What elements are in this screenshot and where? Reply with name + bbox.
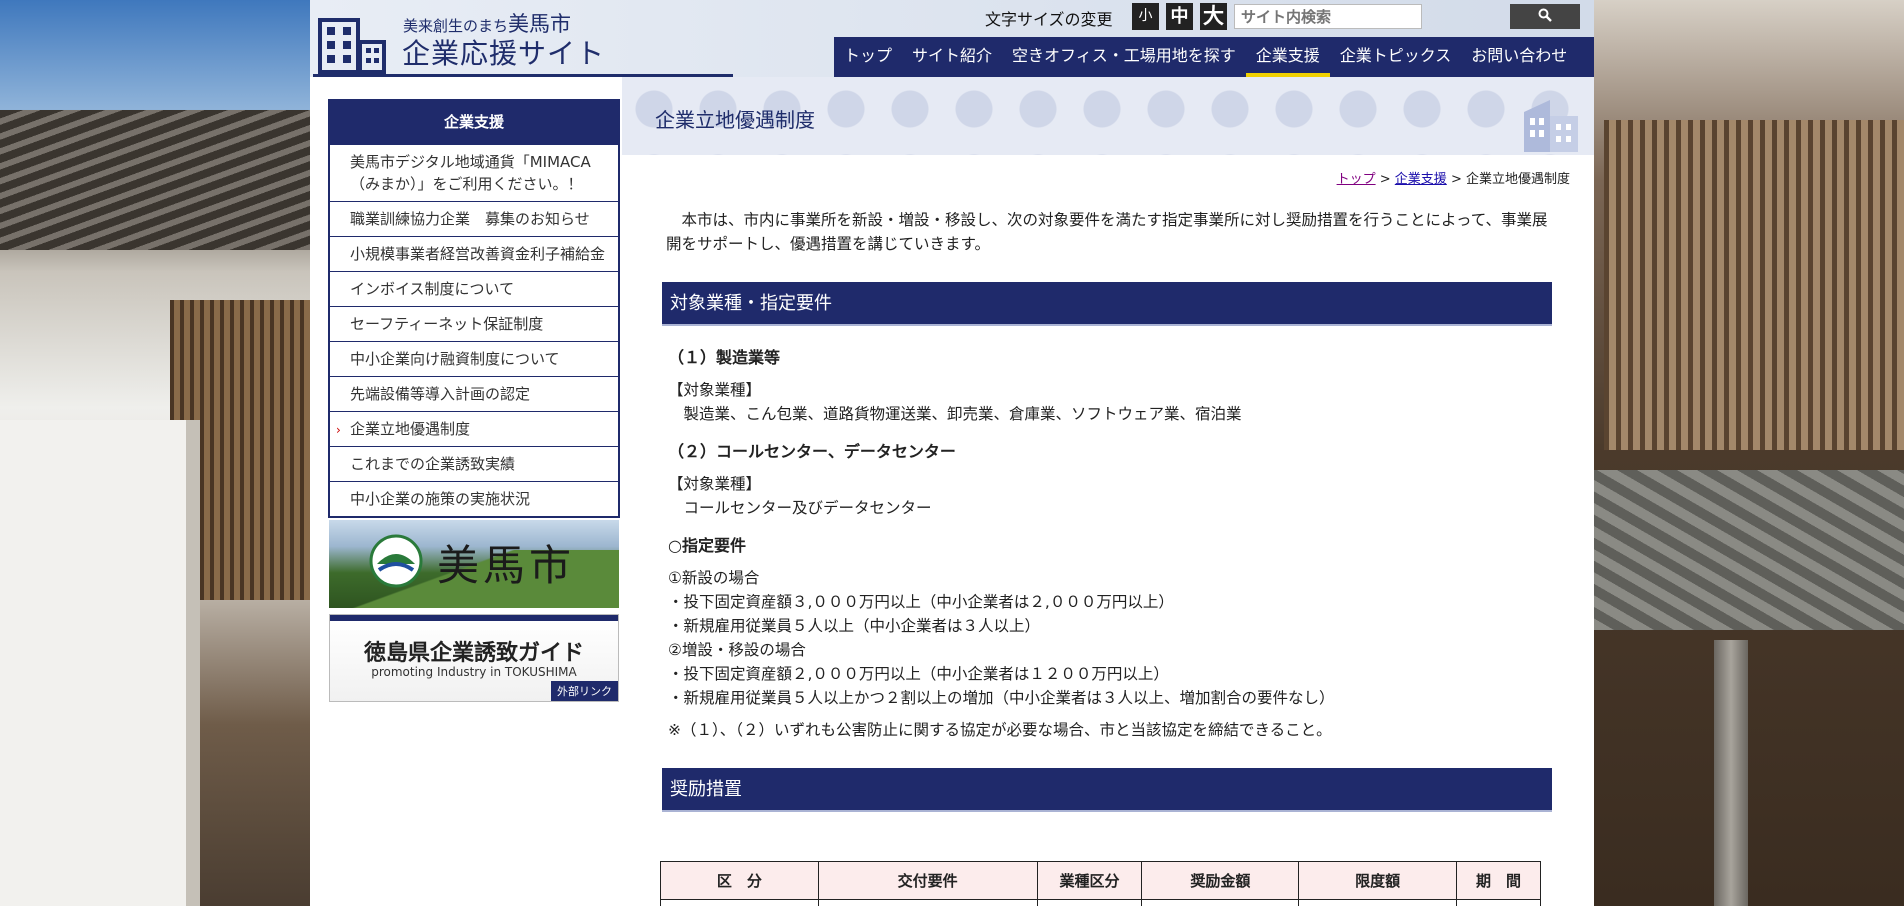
intro-text: 本市は、市内に事業所を新設・増設・移設し、次の対象要件を満たす指定事業所に対し奨…	[666, 211, 1548, 253]
breadcrumb-link-business-support[interactable]: 企業支援	[1395, 172, 1447, 187]
search-input[interactable]	[1234, 4, 1422, 29]
sidebar-title: 企業支援	[328, 99, 620, 145]
breadcrumb-link-top[interactable]: トップ	[1337, 172, 1376, 187]
sidebar: 企業支援 美馬市デジタル地域通貨「MIMACA（みまか）」をご利用ください。！ …	[328, 99, 620, 518]
page-container: 美来創生のまち美馬市 企業応援サイト 文字サイズの変更 小 中 大 トップ サイ…	[310, 0, 1594, 906]
site-header: 美来創生のまち美馬市 企業応援サイト 文字サイズの変更 小 中 大 トップ サイ…	[310, 0, 1594, 77]
subheading-manufacturing: （１）製造業等	[668, 348, 781, 367]
section-heading-eligibility: 対象業種・指定要件	[662, 282, 1552, 326]
eligible-label: 【対象業種】	[668, 475, 762, 493]
sidebar-item-invoice[interactable]: インボイス制度について	[330, 271, 618, 306]
eligibility-block: （１）製造業等 【対象業種】 製造業、こん包業、道路貨物運送業、卸売業、倉庫業、…	[662, 346, 1562, 742]
breadcrumb-separator: >	[1379, 172, 1391, 187]
roof-tiles	[1594, 470, 1904, 630]
sidebar-item-safety-net[interactable]: セーフティーネット保証制度	[330, 306, 618, 341]
nav-item-about[interactable]: サイト紹介	[902, 37, 1002, 77]
subheading-requirements: ○指定要件	[668, 536, 746, 555]
nav-item-top[interactable]: トップ	[834, 37, 902, 77]
requirements-list: ①新設の場合 ・投下固定資産額３,０００万円以上（中小企業者は２,０００万円以上…	[668, 566, 1562, 710]
banner-guide-title: 徳島県企業誘致ガイド	[363, 641, 584, 666]
roof-tiles	[0, 110, 310, 250]
nav-item-business-support[interactable]: 企業支援	[1245, 37, 1330, 77]
sidebar-list: 美馬市デジタル地域通貨「MIMACA（みまか）」をご利用ください。！ 職業訓練協…	[328, 145, 620, 518]
requirement-line: ・新規雇用従業員５人以上（中小企業者は３人以上）	[668, 617, 1041, 635]
eligible-industries-text: 製造業、こん包業、道路貨物運送業、卸売業、倉庫業、ソフトウェア業、宿泊業	[668, 405, 1242, 423]
page-title: 企業立地優遇制度	[655, 108, 815, 132]
requirement-line: ①新設の場合	[668, 569, 760, 587]
font-size-medium-button[interactable]: 中	[1166, 3, 1193, 30]
sidebar-item-job-training[interactable]: 職業訓練協力企業 募集のお知らせ	[330, 201, 618, 236]
sidebar-item-mimaca[interactable]: 美馬市デジタル地域通貨「MIMACA（みまか）」をご利用ください。！	[330, 145, 618, 201]
city-emblem-icon	[369, 534, 423, 592]
note-text: ※（１）、（２）いずれも公害防止に関する協定が必要な場合、市と当該協定を締結でき…	[668, 721, 1332, 739]
table-header-cell: 奨励金額	[1141, 861, 1300, 900]
external-link-badge: 外部リンク	[551, 681, 618, 701]
table-header-cell: 交付要件	[817, 861, 1038, 900]
sidebar-item-track-record[interactable]: これまでの企業誘致実績	[330, 446, 618, 481]
breadcrumb: トップ > 企業支援 > 企業立地優遇制度	[1337, 168, 1570, 187]
breadcrumb-separator: >	[1450, 172, 1462, 187]
logo-site-name[interactable]: 企業応援サイト	[402, 32, 605, 72]
sidebar-item-label: 企業立地優遇制度	[350, 420, 471, 438]
banner-guide-subtitle: promoting Industry in TOKUSHIMA	[371, 665, 577, 679]
table-header-row: 区 分 交付要件 業種区分 奨励金額 限度額 期 間	[660, 861, 1541, 900]
white-wall	[0, 420, 200, 906]
nav-item-find-office[interactable]: 空きオフィス・工場用地を探す	[1002, 37, 1246, 77]
font-size-large-button[interactable]: 大	[1200, 3, 1227, 30]
nav-item-contact[interactable]: お問い合わせ	[1461, 37, 1577, 77]
sidebar-item-loans[interactable]: 中小企業向け融資制度について	[330, 341, 618, 376]
sidebar-item-interest-subsidy[interactable]: 小規模事業者経営改善資金利子補給金	[330, 236, 618, 271]
requirement-line: ・投下固定資産額３,０００万円以上（中小企業者は２,０００万円以上）	[668, 593, 1174, 611]
table-header-cell: 期 間	[1456, 861, 1541, 900]
main-nav: トップ サイト紹介 空きオフィス・工場用地を探す 企業支援 企業トピックス お問…	[834, 37, 1594, 77]
background-photo-right	[1594, 0, 1904, 906]
tokushima-guide-banner[interactable]: 徳島県企業誘致ガイド promoting Industry in TOKUSHI…	[329, 614, 619, 702]
background-photo-left	[0, 0, 310, 906]
requirement-line: ②増設・移設の場合	[668, 641, 806, 659]
nav-item-topics[interactable]: 企業トピックス	[1330, 37, 1462, 77]
current-arrow-icon: ›	[336, 423, 341, 437]
table-header-cell: 区 分	[660, 861, 819, 900]
table-header-cell: 業種区分	[1036, 861, 1143, 900]
wooden-slats	[1604, 120, 1904, 450]
font-size-label: 文字サイズの変更	[985, 10, 1113, 29]
sidebar-item-advanced-equipment[interactable]: 先端設備等導入計画の認定	[330, 376, 618, 411]
requirement-line: ・投下固定資産額２,０００万円以上（中小企業者は１２００万円以上）	[668, 665, 1169, 683]
requirement-line: ・新規雇用従業員５人以上かつ２割以上の増加（中小企業者は３人以上、増加割合の要件…	[668, 689, 1335, 707]
eligible-industries-text: コールセンター及びデータセンター	[668, 499, 932, 517]
sidebar-item-sme-measures[interactable]: 中小企業の施策の実施状況	[330, 481, 618, 516]
building-logo-icon[interactable]	[318, 18, 402, 78]
rain-gutter	[1714, 640, 1748, 906]
main-content: 本市は、市内に事業所を新設・増設・移設し、次の対象要件を満たす指定事業所に対し奨…	[662, 208, 1562, 812]
font-size-small-button[interactable]: 小	[1132, 3, 1159, 30]
section-heading-incentives: 奨励措置	[662, 768, 1552, 812]
sidebar-item-location-incentives[interactable]: › 企業立地優遇制度	[330, 411, 618, 446]
banner-city-name: 美馬市	[437, 541, 576, 590]
incentives-table: 区 分 交付要件 業種区分 奨励金額 限度額 期 間	[660, 861, 1541, 906]
subheading-call-center: （２）コールセンター、データセンター	[668, 442, 956, 461]
building-icon	[1520, 96, 1582, 158]
table-row	[660, 899, 1541, 906]
eligible-label: 【対象業種】	[668, 381, 762, 399]
mima-city-banner[interactable]: 美馬市	[329, 520, 619, 608]
search-icon	[1538, 8, 1552, 25]
table-header-cell: 限度額	[1298, 861, 1458, 900]
search-button[interactable]	[1510, 4, 1580, 29]
breadcrumb-current: 企業立地優遇制度	[1465, 172, 1570, 187]
